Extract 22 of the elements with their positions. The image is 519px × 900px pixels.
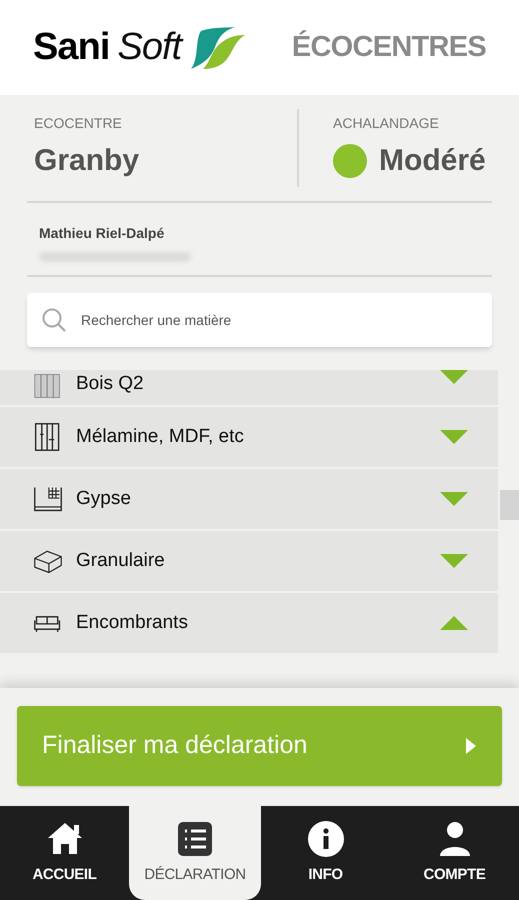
ecocentre-name: Granby bbox=[33, 143, 140, 179]
caret-up-icon[interactable] bbox=[440, 616, 468, 630]
info-icon bbox=[306, 820, 344, 858]
search-icon bbox=[41, 307, 67, 333]
search-field[interactable]: Rechercher une matière bbox=[27, 293, 492, 347]
scrollbar[interactable] bbox=[500, 490, 519, 520]
logo-text: Sani Soft bbox=[33, 25, 182, 70]
caret-down-icon[interactable] bbox=[440, 430, 468, 444]
nav-tab[interactable]: COMPTE bbox=[390, 806, 519, 900]
list-icon bbox=[176, 820, 214, 858]
nav-tab[interactable]: DÉCLARATION bbox=[129, 806, 261, 900]
caret-down-icon[interactable] bbox=[440, 554, 468, 568]
crowd-label: ACHALANDAGE bbox=[333, 114, 440, 133]
nav-tab[interactable]: ACCUEIL bbox=[0, 806, 129, 900]
ecocentre-label: ECOCENTRE bbox=[33, 114, 123, 133]
app-title: ÉCOCENTRES bbox=[292, 29, 486, 65]
caret-down-icon[interactable] bbox=[440, 370, 468, 384]
caret-right-icon bbox=[465, 737, 477, 755]
caret-down-icon[interactable] bbox=[440, 492, 468, 506]
nav-tab[interactable]: INFO bbox=[261, 806, 390, 900]
user-name: Mathieu Riel-Dalpé bbox=[39, 224, 166, 243]
crowd-level: Modéré bbox=[379, 143, 486, 179]
